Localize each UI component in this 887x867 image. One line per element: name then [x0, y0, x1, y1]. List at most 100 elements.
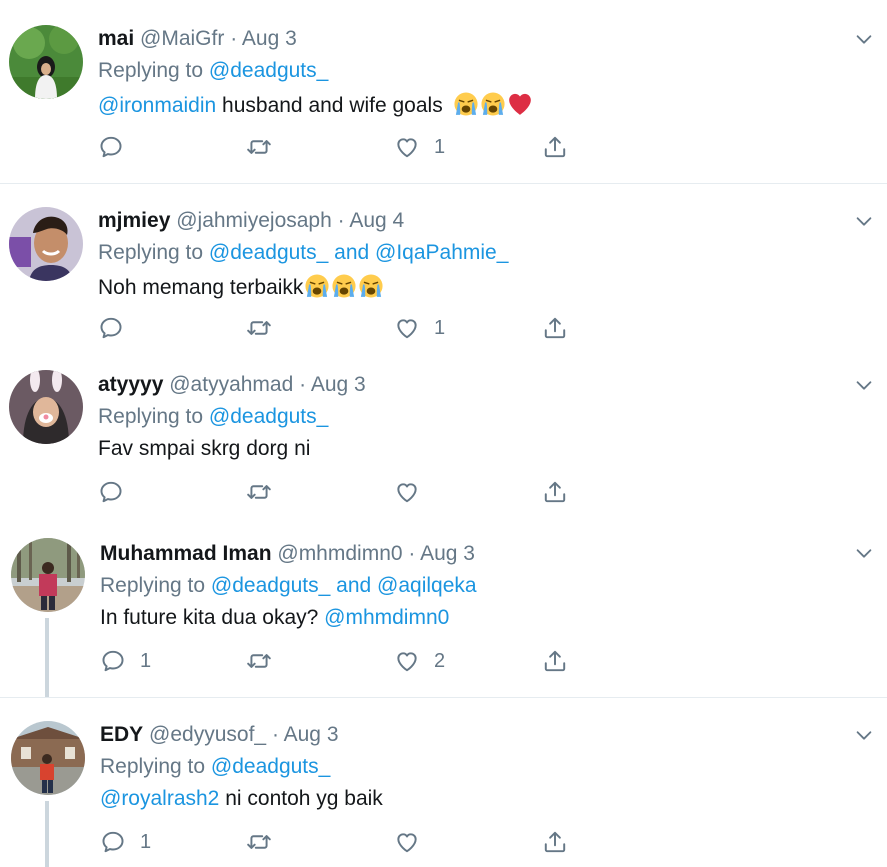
separator-dot: ·	[337, 209, 345, 232]
heart-icon	[394, 648, 420, 674]
tweet-date[interactable]: Aug 3	[420, 542, 475, 565]
separator-dot: ·	[408, 542, 416, 565]
separator-dot: ·	[271, 723, 279, 746]
heart-icon	[394, 315, 420, 341]
replying-to-link[interactable]: @deadguts_	[211, 755, 330, 778]
reply-bubble-icon	[100, 648, 126, 674]
retweet-icon	[246, 315, 272, 341]
like-count: 1	[434, 316, 446, 339]
tweet-text: Fav smpai skrg dorg ni	[98, 437, 311, 460]
retweet-button[interactable]	[246, 314, 272, 342]
chevron-down-icon[interactable]	[853, 542, 875, 564]
loudly-crying-face-icon	[304, 273, 330, 299]
user-handle[interactable]: @mhmdimn0	[277, 542, 402, 565]
mention-link[interactable]: @ironmaidin	[98, 94, 216, 117]
display-name[interactable]: mjmiey	[98, 209, 170, 232]
reply-button[interactable]	[98, 133, 138, 161]
loudly-crying-face-icon	[453, 91, 479, 117]
loudly-crying-face-icon	[480, 91, 506, 117]
share-button[interactable]	[542, 133, 568, 161]
separator-dot: ·	[230, 27, 238, 50]
tweet[interactable]: atyyyy @atyyahmad · Aug 3 Replying to @d…	[0, 348, 887, 516]
share-icon	[542, 479, 568, 505]
replying-to-label: Replying to	[100, 755, 206, 778]
like-button[interactable]	[394, 478, 434, 506]
tweet-date[interactable]: Aug 3	[242, 27, 297, 50]
avatar[interactable]	[11, 721, 85, 795]
share-button[interactable]	[542, 314, 568, 342]
reply-button[interactable]	[98, 314, 138, 342]
display-name[interactable]: atyyyy	[98, 373, 163, 396]
mention-link[interactable]: @royalrash2	[100, 787, 219, 810]
like-count: 1	[434, 135, 446, 158]
reply-button[interactable]: 1	[100, 828, 151, 856]
reply-bubble-icon	[100, 829, 126, 855]
share-button[interactable]	[542, 828, 568, 856]
reply-bubble-icon	[98, 479, 124, 505]
tweet-date[interactable]: Aug 3	[284, 723, 339, 746]
display-name[interactable]: Muhammad Iman	[100, 542, 272, 565]
chevron-down-icon[interactable]	[853, 374, 875, 396]
tweet-text: Noh memang terbaikk	[98, 273, 384, 300]
retweet-icon	[246, 479, 272, 505]
like-button[interactable]: 1	[394, 133, 445, 161]
mention-link[interactable]: @mhmdimn0	[324, 606, 449, 629]
share-icon	[542, 134, 568, 160]
loudly-crying-face-icon	[331, 273, 357, 299]
like-button[interactable]	[394, 828, 434, 856]
avatar[interactable]	[9, 370, 83, 444]
tweet-date[interactable]: Aug 4	[349, 209, 404, 232]
retweet-button[interactable]	[246, 647, 272, 675]
retweet-button[interactable]	[246, 133, 272, 161]
user-handle[interactable]: @atyyahmad	[169, 373, 293, 396]
tweet-body: ni contoh yg baik	[219, 787, 383, 810]
chevron-down-icon[interactable]	[853, 28, 875, 50]
share-icon	[542, 315, 568, 341]
heart-icon	[394, 479, 420, 505]
replying-to-link[interactable]: @deadguts_ and @aqilqeka	[211, 574, 477, 597]
chevron-down-icon[interactable]	[853, 210, 875, 232]
replying-to-label: Replying to	[100, 574, 206, 597]
tweet-date[interactable]: Aug 3	[311, 373, 366, 396]
replying-to-link[interactable]: @deadguts_	[209, 405, 328, 428]
retweet-icon	[246, 829, 272, 855]
reply-bubble-icon	[98, 134, 124, 160]
tweet[interactable]: EDY @edyyusof_ · Aug 3 Replying to @dead…	[0, 698, 887, 867]
tweet-body: In future kita dua okay?	[100, 606, 325, 629]
heart-icon	[394, 829, 420, 855]
chevron-down-icon[interactable]	[853, 724, 875, 746]
user-handle[interactable]: @jahmiyejosaph	[176, 209, 332, 232]
replying-to-link[interactable]: @deadguts_ and @IqaPahmie_	[209, 241, 509, 264]
replying-to-label: Replying to	[98, 405, 204, 428]
separator-dot: ·	[299, 373, 307, 396]
tweet-body: Noh memang terbaikk	[98, 276, 304, 299]
user-handle[interactable]: @edyyusof_	[149, 723, 266, 746]
retweet-icon	[246, 134, 272, 160]
share-icon	[542, 648, 568, 674]
avatar[interactable]	[9, 207, 83, 281]
retweet-button[interactable]	[246, 478, 272, 506]
like-count: 2	[434, 649, 446, 672]
tweet[interactable]: mai @MaiGfr · Aug 3 Replying to @deadgut…	[0, 0, 887, 183]
display-name[interactable]: EDY	[100, 723, 143, 746]
share-button[interactable]	[542, 478, 568, 506]
tweet-text: @ironmaidin husband and wife goals	[98, 91, 533, 118]
red-heart-icon	[507, 91, 533, 117]
reply-button[interactable]	[98, 478, 138, 506]
tweet[interactable]: mjmiey @jahmiyejosaph · Aug 4 Replying t…	[0, 184, 887, 348]
user-handle[interactable]: @MaiGfr	[140, 27, 224, 50]
reply-count: 1	[140, 830, 152, 853]
reply-button[interactable]: 1	[100, 647, 151, 675]
share-button[interactable]	[542, 647, 568, 675]
avatar[interactable]	[9, 25, 83, 99]
display-name[interactable]: mai	[98, 27, 134, 50]
tweet[interactable]: Muhammad Iman @mhmdimn0 · Aug 3 Replying…	[0, 516, 887, 697]
replying-to-link[interactable]: @deadguts_	[209, 59, 328, 82]
reply-count: 1	[140, 649, 152, 672]
like-button[interactable]: 1	[394, 314, 445, 342]
thread-line	[45, 801, 49, 867]
avatar[interactable]	[11, 538, 85, 612]
retweet-icon	[246, 648, 272, 674]
like-button[interactable]: 2	[394, 647, 445, 675]
retweet-button[interactable]	[246, 828, 272, 856]
